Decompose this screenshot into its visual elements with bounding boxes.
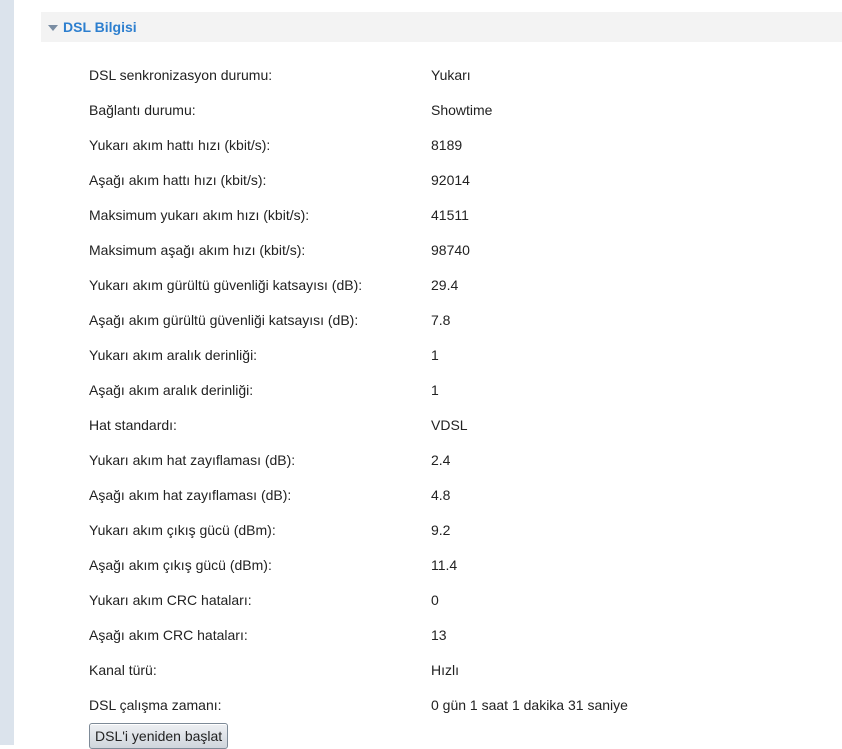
info-value: 13 (431, 627, 447, 643)
info-value: 1 (431, 382, 439, 398)
info-label: Aşağı akım hat zayıflaması (dB): (89, 487, 292, 503)
info-value: 29.4 (431, 277, 459, 293)
info-value: 7.8 (431, 312, 451, 328)
info-value: Hızlı (431, 662, 459, 678)
info-row-downstream-snr-margin: Aşağı akım gürültü güvenliği katsayısı (… (0, 302, 842, 337)
info-row-upstream-snr-margin: Yukarı akım gürültü güvenliği katsayısı … (0, 267, 842, 302)
info-label: Yukarı akım CRC hataları: (89, 592, 252, 608)
info-row-upstream-output-power: Yukarı akım çıkış gücü (dBm): 9.2 (0, 512, 842, 547)
info-row-upstream-interleave-depth: Yukarı akım aralık derinliği: 1 (0, 337, 842, 372)
section-title: DSL Bilgisi (63, 19, 137, 35)
info-value: 9.2 (431, 522, 451, 538)
dsl-info-section-header[interactable]: DSL Bilgisi (41, 12, 842, 42)
info-value: 11.4 (431, 557, 458, 573)
info-row-upstream-crc-errors: Yukarı akım CRC hataları: 0 (0, 582, 842, 617)
info-row-line-standard: Hat standardı: VDSL (0, 407, 842, 442)
info-value: 0 (431, 592, 439, 608)
info-label: Aşağı akım hattı hızı (kbit/s): (89, 172, 267, 188)
info-row-downstream-output-power: Aşağı akım çıkış gücü (dBm): 11.4 (0, 547, 842, 582)
info-row-downstream-attenuation: Aşağı akım hat zayıflaması (dB): 4.8 (0, 477, 842, 512)
info-value: Showtime (431, 102, 493, 118)
info-row-dsl-uptime: DSL çalışma zamanı: 0 gün 1 saat 1 dakik… (0, 687, 842, 722)
info-row-downstream-interleave-depth: Aşağı akım aralık derinliği: 1 (0, 372, 842, 407)
info-row-upstream-attenuation: Yukarı akım hat zayıflaması (dB): 2.4 (0, 442, 842, 477)
info-value: 98740 (431, 242, 470, 258)
caret-down-icon (48, 25, 58, 31)
info-label: Aşağı akım gürültü güvenliği katsayısı (… (89, 312, 359, 328)
info-row-downstream-rate: Aşağı akım hattı hızı (kbit/s): 92014 (0, 162, 842, 197)
info-label: Yukarı akım aralık derinliği: (89, 347, 258, 363)
info-row-downstream-crc-errors: Aşağı akım CRC hataları: 13 (0, 617, 842, 652)
info-row-connection-status: Bağlantı durumu: Showtime (0, 92, 842, 127)
info-label: Yukarı akım hattı hızı (kbit/s): (89, 137, 271, 153)
info-label: Aşağı akım aralık derinliği: (89, 382, 254, 398)
info-value: 92014 (431, 172, 470, 188)
info-label: Yukarı akım hat zayıflaması (dB): (89, 452, 296, 468)
info-row-upstream-rate: Yukarı akım hattı hızı (kbit/s): 8189 (0, 127, 842, 162)
info-value: 0 gün 1 saat 1 dakika 31 saniye (431, 697, 628, 713)
info-row-max-downstream-rate: Maksimum aşağı akım hızı (kbit/s): 98740 (0, 232, 842, 267)
info-label: Yukarı akım çıkış gücü (dBm): (89, 522, 276, 538)
dsl-info-list: DSL senkronizasyon durumu: Yukarı Bağlan… (0, 57, 842, 722)
info-label: DSL senkronizasyon durumu: (89, 67, 273, 83)
info-value: 41511 (431, 207, 469, 223)
info-row-channel-type: Kanal türü: Hızlı (0, 652, 842, 687)
info-value: Yukarı (431, 67, 471, 83)
info-label: Maksimum yukarı akım hızı (kbit/s): (89, 207, 310, 223)
info-row-sync-status: DSL senkronizasyon durumu: Yukarı (0, 57, 842, 92)
info-label: DSL çalışma zamanı: (89, 697, 222, 713)
info-value: VDSL (431, 417, 468, 433)
info-value: 8189 (431, 137, 463, 153)
info-value: 2.4 (431, 452, 451, 468)
info-label: Maksimum aşağı akım hızı (kbit/s): (89, 242, 306, 258)
restart-dsl-button[interactable]: DSL'i yeniden başlat (89, 723, 229, 749)
info-label: Aşağı akım CRC hataları: (89, 627, 248, 643)
info-label: Hat standardı: (89, 417, 177, 433)
info-label: Kanal türü: (89, 662, 157, 678)
info-value: 1 (431, 347, 439, 363)
info-value: 4.8 (431, 487, 451, 503)
info-row-max-upstream-rate: Maksimum yukarı akım hızı (kbit/s): 4151… (0, 197, 842, 232)
info-label: Yukarı akım gürültü güvenliği katsayısı … (89, 277, 363, 293)
info-label: Bağlantı durumu: (89, 102, 196, 118)
info-label: Aşağı akım çıkış gücü (dBm): (89, 557, 272, 573)
